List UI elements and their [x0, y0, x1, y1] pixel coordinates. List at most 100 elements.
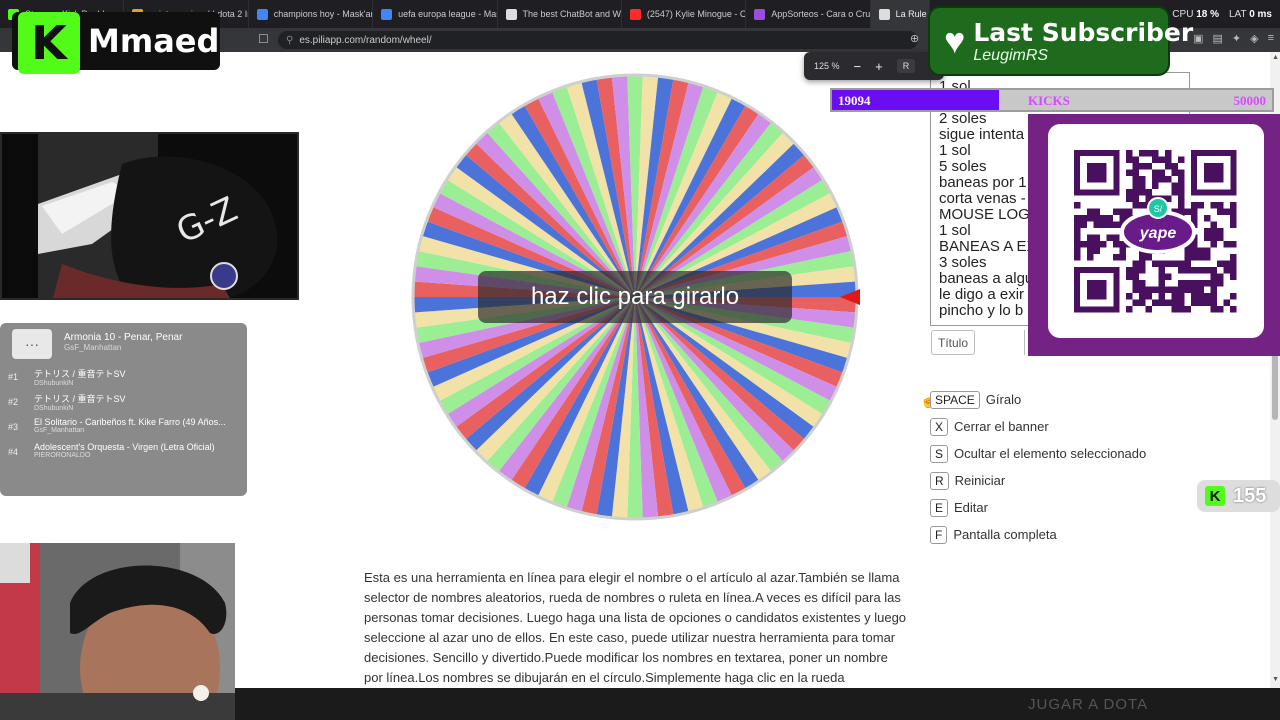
queue-number: #2: [8, 397, 19, 407]
yape-qr-panel: yape S/: [1028, 114, 1280, 356]
browser-toolbar: ▣ ▤ ✦ ◈ ≡: [1193, 32, 1274, 45]
last-subscriber-title: Last Subscriber: [973, 17, 1194, 47]
tab-label: La Rule: [895, 9, 927, 19]
now-playing-title: Armonia 10 - Penar, Penar: [64, 332, 183, 343]
shortcut-row: SPACE Gíralo: [930, 386, 1146, 413]
queue-item: #1 テトリス / 重音テトSV DShubunkiN: [0, 365, 247, 390]
kick-logo-small-icon: K: [1205, 486, 1225, 506]
browser-tab[interactable]: (2547) Kylie Minogue - Ca: [622, 0, 747, 28]
title-button[interactable]: Título: [931, 330, 975, 355]
queue-artist: GsF_Manhattan: [34, 427, 85, 434]
shortcut-row: F Pantalla completa: [930, 521, 1146, 548]
qr-finder-pattern: [1191, 150, 1237, 196]
tab-label: uefa europa league - Mas: [398, 9, 498, 19]
shortcut-label: Ocultar el elemento seleccionado: [954, 446, 1147, 461]
queue-item: #2 テトリス / 重音テトSV DShubunkiN: [0, 390, 247, 415]
screen: { "browser": { "tabs": [ {"label": "Stre…: [0, 0, 1280, 720]
zoom-icon[interactable]: ⊕: [910, 32, 919, 45]
channel-name: Mmaed: [88, 22, 220, 60]
scroll-up-icon[interactable]: ▲: [1272, 54, 1279, 61]
kick-channel-badge: K Mmaed: [12, 12, 220, 74]
kick-follower-count: K 155: [1197, 480, 1280, 512]
scroll-down-icon[interactable]: ▼: [1272, 676, 1279, 683]
tab-label: AppSorteos - Cara o Cruz: [771, 9, 871, 19]
zoom-out-button[interactable]: −: [854, 59, 862, 74]
url-text: es.piliapp.com/random/wheel/: [299, 34, 432, 46]
latency-stat: LAT 0 ms: [1229, 8, 1272, 20]
queue-artist: DShubunkiN: [34, 380, 74, 387]
shield-icon[interactable]: ◈: [1250, 32, 1258, 45]
kicks-goal-bar: 19094 KICKS 50000: [830, 88, 1274, 112]
bottom-overlay-strip: JUGAR A DOTA: [235, 688, 1280, 720]
last-subscriber-alert: ♥ Last Subscriber LeugimRS: [928, 6, 1193, 76]
spin-prompt[interactable]: haz clic para girarlo: [478, 271, 792, 323]
tab-favicon-icon: [381, 8, 393, 20]
browser-tab[interactable]: La Rule: [870, 0, 930, 28]
browser-tab[interactable]: AppSorteos - Cara o Cruz: [746, 0, 871, 28]
zoom-in-button[interactable]: +: [875, 59, 883, 74]
webcam-feed: [0, 543, 235, 720]
bookmark-icon[interactable]: ☐: [258, 32, 269, 46]
scrollbar-thumb[interactable]: [1272, 350, 1278, 420]
queue-item: #4 Adolescent's Orquesta - Virgen (Letra …: [0, 440, 247, 465]
queue-title: El Solitario - Caribeños ft. Kike Farro …: [34, 417, 226, 427]
yape-badge: S/: [1154, 204, 1163, 214]
shortcut-key: S: [930, 444, 949, 463]
queue-artist: DShubunkiN: [34, 405, 74, 412]
qr-finder-pattern: [1074, 150, 1120, 196]
site-info-icon[interactable]: ⚲: [286, 35, 293, 46]
menu-icon[interactable]: ≡: [1268, 32, 1274, 45]
yape-qr-code: yape S/: [1074, 150, 1237, 313]
goal-target: 50000: [1233, 93, 1267, 108]
chat-bubble-icon: ···: [12, 329, 52, 359]
song-queue: #1 テトリス / 重音テトSV DShubunkiN #2 テトリス / 重音テトSV…: [0, 365, 247, 465]
browser-tab[interactable]: champions hoy - Mask'am: [249, 0, 374, 28]
now-playing-artist: GsF_Manhattan: [64, 343, 122, 352]
shortcut-label: Gíralo: [985, 392, 1022, 407]
last-subscriber-name: LeugimRS: [973, 46, 1049, 64]
zoom-level: 125 %: [814, 61, 840, 71]
shortcut-label: Pantalla completa: [953, 527, 1057, 542]
url-field[interactable]: ⚲ es.piliapp.com/random/wheel/: [278, 31, 918, 49]
music-queue-widget: ··· Armonia 10 - Penar, Penar GsF_Manhat…: [0, 323, 247, 496]
tab-favicon-icon: [878, 8, 890, 20]
shortcut-key: F: [930, 525, 948, 544]
shortcut-row: X Cerrar el banner: [930, 413, 1146, 440]
goal-label: KICKS: [1028, 93, 1070, 108]
queue-title: Adolescent's Orquesta - Virgen (Letra Of…: [34, 442, 215, 452]
zoom-popup: 125 % − + R: [804, 52, 944, 80]
sidebar-icon[interactable]: ▣: [1193, 32, 1203, 45]
goal-current: 19094: [838, 93, 871, 108]
tab-favicon-icon: [505, 8, 517, 20]
tab-label: The best ChatBot and Wid: [522, 9, 622, 19]
shortcut-key: SPACE: [930, 390, 980, 409]
queue-title: テトリス / 重音テトSV: [34, 369, 126, 379]
tab-favicon-icon: [754, 8, 766, 20]
bottom-overlay-text: JUGAR A DOTA: [1028, 696, 1149, 713]
qr-finder-pattern: [1074, 267, 1120, 313]
extensions-icon[interactable]: ✦: [1232, 32, 1241, 45]
kick-logo-icon: K: [18, 12, 80, 74]
tab-favicon-icon: [629, 8, 641, 20]
queue-number: #1: [8, 372, 19, 382]
tool-description: Esta es una herramienta en línea para el…: [364, 570, 907, 685]
shortcut-row: S Ocultar el elemento seleccionado: [930, 440, 1146, 467]
webcam-image: [0, 543, 235, 720]
title-button-label: Título: [937, 335, 968, 350]
wallet-icon[interactable]: ▤: [1212, 32, 1222, 45]
shortcut-row: E Editar: [930, 494, 1146, 521]
browser-tab[interactable]: uefa europa league - Mas: [373, 0, 498, 28]
yape-label: yape: [1139, 225, 1177, 242]
queue-number: #3: [8, 422, 19, 432]
queue-number: #4: [8, 447, 19, 457]
tab-favicon-icon: [256, 8, 268, 20]
shortcut-label: Reiniciar: [954, 473, 1006, 488]
shortcut-key: R: [930, 471, 949, 490]
shortcut-key: E: [930, 498, 949, 517]
browser-tab[interactable]: The best ChatBot and Wid: [498, 0, 622, 28]
spin-prompt-label: haz clic para girarlo: [530, 283, 740, 310]
queue-artist: PIERORONALDO: [34, 452, 91, 459]
heart-icon: ♥: [944, 20, 966, 61]
qr-card: yape S/: [1048, 124, 1264, 338]
zoom-reset-button[interactable]: R: [896, 59, 916, 73]
